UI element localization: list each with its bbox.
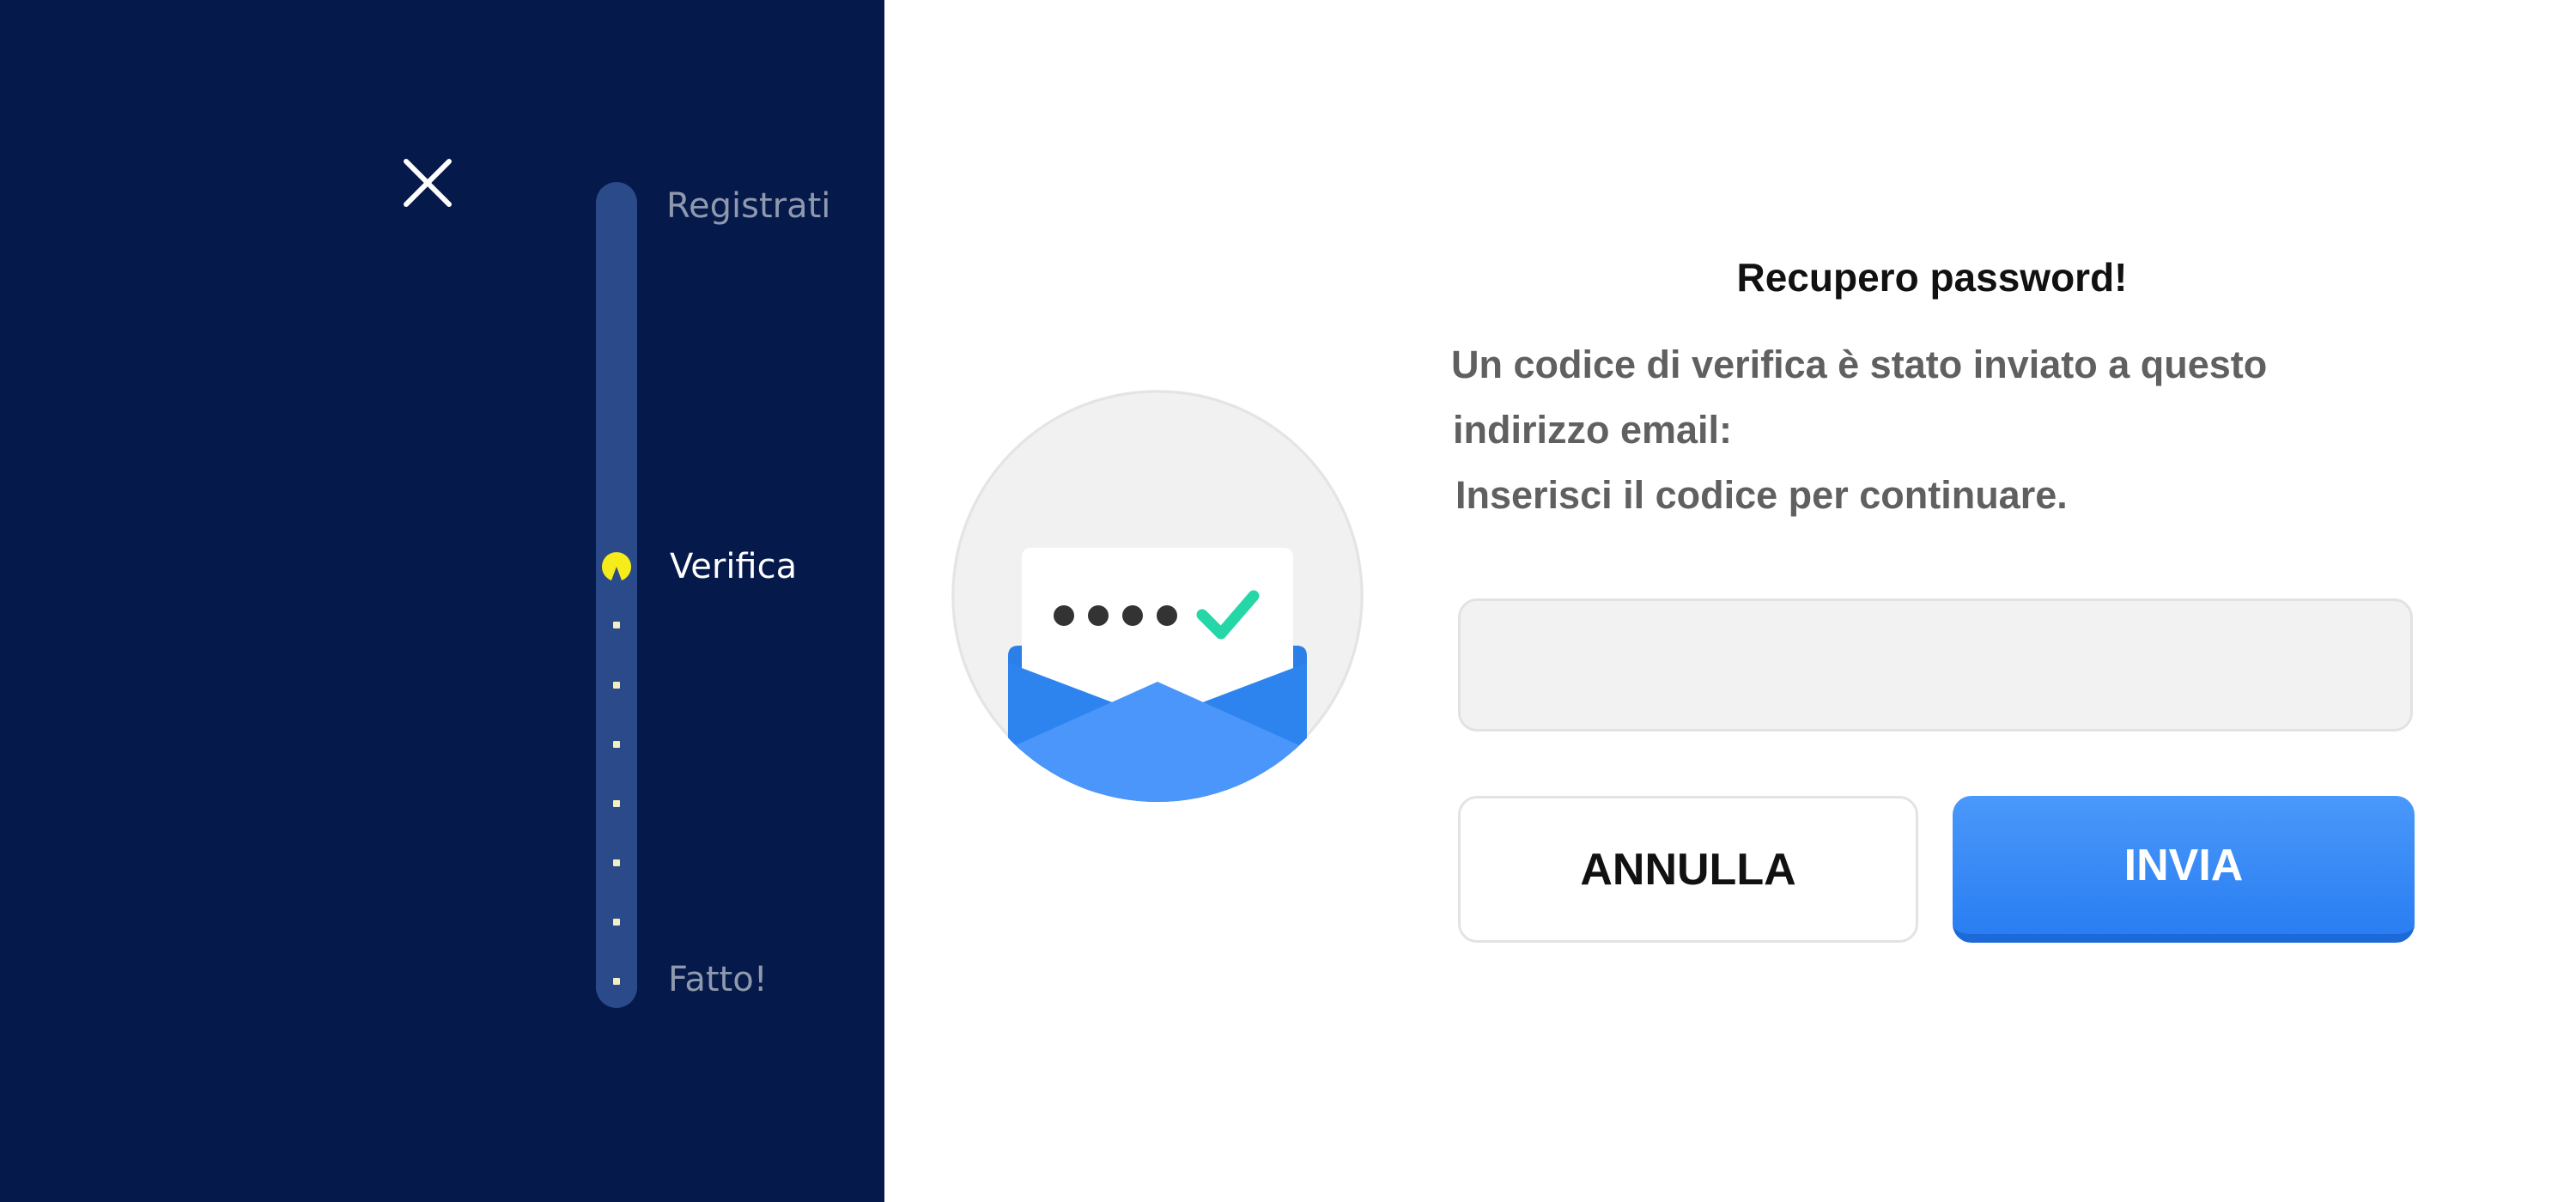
verification-code-input[interactable]	[1458, 598, 2413, 732]
stepper-dot	[613, 978, 620, 985]
progress-stepper-track	[596, 182, 637, 1008]
message-line-2: indirizzo email:	[1453, 408, 1733, 452]
stepper-dot	[613, 859, 620, 866]
stepper-dot	[613, 682, 620, 689]
stepper-dot	[613, 919, 620, 926]
send-button[interactable]: INVIA	[1953, 796, 2415, 943]
stepper-dot	[613, 800, 620, 807]
page-title: Recupero password!	[1736, 255, 2128, 300]
close-button[interactable]	[399, 155, 456, 211]
pacman-icon	[599, 549, 634, 584]
cancel-button[interactable]: ANNULLA	[1458, 796, 1918, 943]
step-label-verifica: Verifica	[670, 547, 798, 586]
stepper-dot	[613, 741, 620, 748]
step-label-registrati: Registrati	[666, 186, 831, 226]
message-line-1: Un codice di verifica è stato inviato a …	[1451, 343, 2268, 386]
email-code-verified-icon	[951, 390, 1364, 802]
message-line-3: Inserisci il codice per continuare.	[1455, 473, 2068, 517]
close-icon	[404, 159, 452, 207]
stepper-dot	[613, 622, 620, 628]
step-label-fatto: Fatto!	[668, 960, 768, 999]
sidebar-panel: Registrati Verifica Fatto!	[0, 0, 884, 1202]
